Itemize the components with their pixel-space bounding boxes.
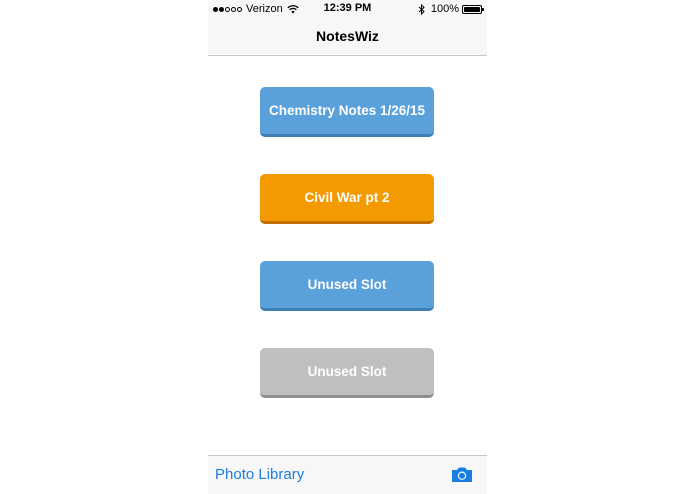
bluetooth-icon <box>418 3 425 15</box>
note-slot-1-button[interactable]: Chemistry Notes 1/26/15 <box>260 87 434 137</box>
note-slot-label: Civil War pt 2 <box>304 190 390 205</box>
battery-tip <box>482 7 484 11</box>
note-slot-2-button[interactable]: Civil War pt 2 <box>260 174 434 224</box>
photo-library-button[interactable]: Photo Library <box>215 466 304 483</box>
battery-icon <box>462 4 484 14</box>
camera-icon[interactable] <box>451 466 473 483</box>
bottom-toolbar: Photo Library <box>208 455 487 494</box>
app-screen: Verizon 12:39 PM 100% NotesWiz Chemistry… <box>208 0 487 494</box>
note-slot-label: Unused Slot <box>307 277 387 292</box>
navigation-bar: NotesWiz <box>208 18 487 56</box>
note-slot-label: Unused Slot <box>307 364 387 379</box>
status-bar: Verizon 12:39 PM 100% <box>208 0 487 18</box>
note-slot-3-button[interactable]: Unused Slot <box>260 261 434 311</box>
page-title: NotesWiz <box>316 28 379 44</box>
note-slot-label: Chemistry Notes 1/26/15 <box>268 103 426 118</box>
note-slot-4-button[interactable]: Unused Slot <box>260 348 434 398</box>
battery-percent: 100% <box>430 3 459 15</box>
battery-fill <box>464 6 480 12</box>
status-right: 100% <box>418 2 484 16</box>
